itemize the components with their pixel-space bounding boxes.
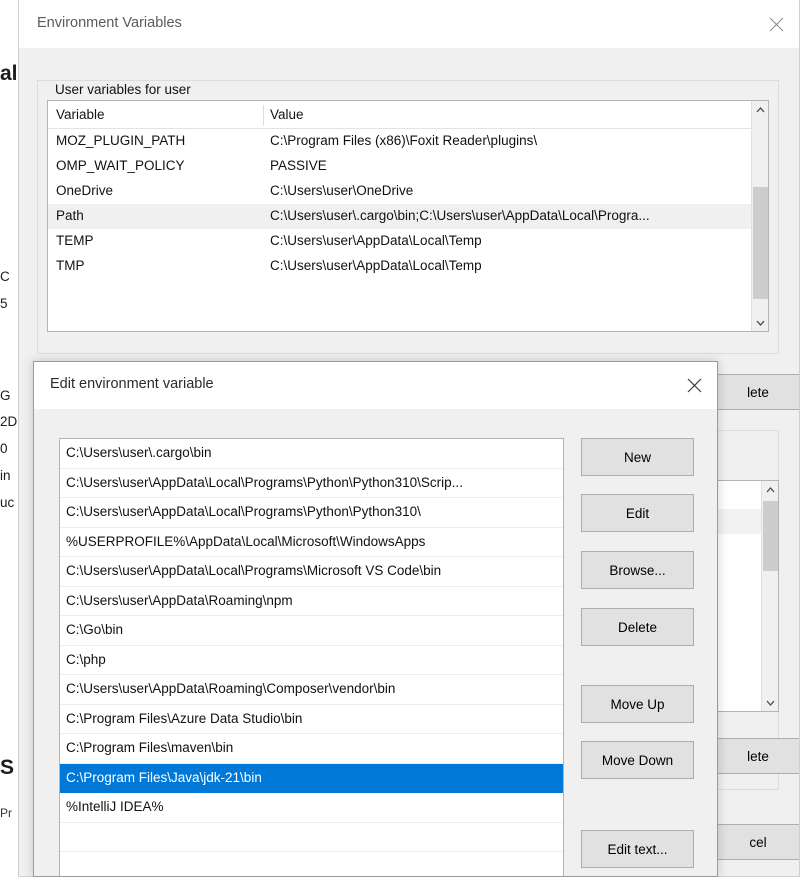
list-item[interactable]: C:\php bbox=[60, 646, 563, 675]
cell-variable: TMP bbox=[56, 258, 85, 273]
bg-fragment-heading-2: S bbox=[0, 756, 15, 779]
list-item[interactable]: C:\Users\user\AppData\Local\Programs\Pyt… bbox=[60, 469, 563, 498]
chevron-down-icon[interactable] bbox=[762, 694, 778, 711]
table-row[interactable]: OMP_WAIT_POLICY PASSIVE bbox=[48, 154, 768, 179]
bg-fragment-text-6: in bbox=[0, 468, 11, 483]
cell-variable: MOZ_PLUGIN_PATH bbox=[56, 133, 186, 148]
env-titlebar: Environment Variables bbox=[19, 0, 799, 48]
cell-value: C:\Users\user\OneDrive bbox=[270, 183, 414, 198]
cell-variable: OMP_WAIT_POLICY bbox=[56, 158, 185, 173]
edit-button[interactable]: Edit bbox=[581, 494, 694, 532]
table-row[interactable]: OneDrive C:\Users\user\OneDrive bbox=[48, 179, 768, 204]
user-variables-scrollbar[interactable] bbox=[751, 101, 768, 331]
table-row[interactable]: TEMP C:\Users\user\AppData\Local\Temp bbox=[48, 229, 768, 254]
cell-value: C:\Program Files (x86)\Foxit Reader\plug… bbox=[270, 133, 538, 148]
user-delete-button[interactable]: lete bbox=[713, 374, 799, 410]
list-item[interactable]: C:\Users\user\AppData\Roaming\Composer\v… bbox=[60, 675, 563, 705]
list-item[interactable]: C:\Users\user\AppData\Local\Programs\Pyt… bbox=[60, 498, 563, 528]
chevron-up-icon[interactable] bbox=[752, 101, 768, 118]
table-row-path-selected[interactable]: Path C:\Users\user\.cargo\bin;C:\Users\u… bbox=[48, 204, 768, 229]
list-item[interactable]: C:\Users\user\.cargo\bin bbox=[60, 439, 563, 469]
column-header-variable[interactable]: Variable bbox=[56, 107, 105, 122]
bg-fragment-text-2: 5 bbox=[0, 296, 8, 311]
bg-fragment-text-4: 2D bbox=[0, 414, 18, 429]
cell-value: C:\Users\user\.cargo\bin;C:\Users\user\A… bbox=[270, 208, 650, 223]
delete-button[interactable]: Delete bbox=[581, 608, 694, 646]
list-item-empty[interactable] bbox=[60, 852, 563, 876]
new-button[interactable]: New bbox=[581, 438, 694, 476]
edit-window-title: Edit environment variable bbox=[50, 376, 214, 392]
list-item[interactable]: %IntelliJ IDEA% bbox=[60, 793, 563, 823]
column-header-value[interactable]: Value bbox=[270, 107, 304, 122]
path-entries-list[interactable]: C:\Users\user\.cargo\bin C:\Users\user\A… bbox=[59, 438, 564, 876]
edit-environment-variable-window: Edit environment variable C:\Users\user\… bbox=[33, 361, 718, 877]
cell-variable: Path bbox=[56, 208, 84, 223]
scrollbar-thumb[interactable] bbox=[763, 501, 778, 571]
listview-header: Variable Value bbox=[48, 101, 768, 129]
list-item[interactable]: C:\Program Files\Azure Data Studio\bin bbox=[60, 705, 563, 734]
close-icon[interactable] bbox=[671, 362, 717, 409]
bg-fragment-text-8: Pr bbox=[0, 806, 12, 820]
cancel-button[interactable]: cel bbox=[713, 824, 799, 860]
cell-value: PASSIVE bbox=[270, 158, 327, 173]
cell-variable: OneDrive bbox=[56, 183, 114, 198]
table-row[interactable]: TMP C:\Users\user\AppData\Local\Temp bbox=[48, 254, 768, 279]
edit-titlebar: Edit environment variable bbox=[34, 362, 717, 409]
env-window-title: Environment Variables bbox=[37, 15, 182, 31]
chevron-down-icon[interactable] bbox=[752, 314, 768, 331]
edit-text-button[interactable]: Edit text... bbox=[581, 830, 694, 868]
chevron-up-icon[interactable] bbox=[762, 481, 778, 498]
move-down-button[interactable]: Move Down bbox=[581, 741, 694, 779]
list-item[interactable]: C:\Go\bin bbox=[60, 616, 563, 646]
bg-fragment-heading: al bbox=[0, 62, 18, 85]
system-delete-button[interactable]: lete bbox=[713, 738, 799, 774]
system-variables-scrollbar[interactable] bbox=[761, 481, 778, 711]
bg-fragment-text-5: 0 bbox=[0, 441, 8, 456]
list-item[interactable]: C:\Users\user\AppData\Local\Programs\Mic… bbox=[60, 557, 563, 587]
bg-fragment-text-1: C bbox=[0, 269, 10, 284]
bg-fragment-text-3: G bbox=[0, 388, 11, 403]
cell-value: C:\Users\user\AppData\Local\Temp bbox=[270, 258, 482, 273]
cell-variable: TEMP bbox=[56, 233, 94, 248]
table-row[interactable]: MOZ_PLUGIN_PATH C:\Program Files (x86)\F… bbox=[48, 129, 768, 154]
user-variables-listview[interactable]: Variable Value MOZ_PLUGIN_PATH C:\Progra… bbox=[47, 100, 769, 332]
user-variables-legend: User variables for user bbox=[49, 82, 197, 97]
cell-value: C:\Users\user\AppData\Local\Temp bbox=[270, 233, 482, 248]
list-item[interactable]: C:\Program Files\maven\bin bbox=[60, 734, 563, 764]
list-item[interactable]: C:\Users\user\AppData\Roaming\npm bbox=[60, 587, 563, 616]
move-up-button[interactable]: Move Up bbox=[581, 685, 694, 723]
bg-fragment-text-7: uc bbox=[0, 495, 15, 510]
scrollbar-thumb[interactable] bbox=[753, 187, 768, 299]
close-icon[interactable] bbox=[753, 0, 799, 48]
list-item-empty[interactable] bbox=[60, 823, 563, 852]
browse-button[interactable]: Browse... bbox=[581, 551, 694, 589]
list-item[interactable]: %USERPROFILE%\AppData\Local\Microsoft\Wi… bbox=[60, 528, 563, 557]
list-item-selected[interactable]: C:\Program Files\Java\jdk-21\bin bbox=[60, 763, 563, 793]
